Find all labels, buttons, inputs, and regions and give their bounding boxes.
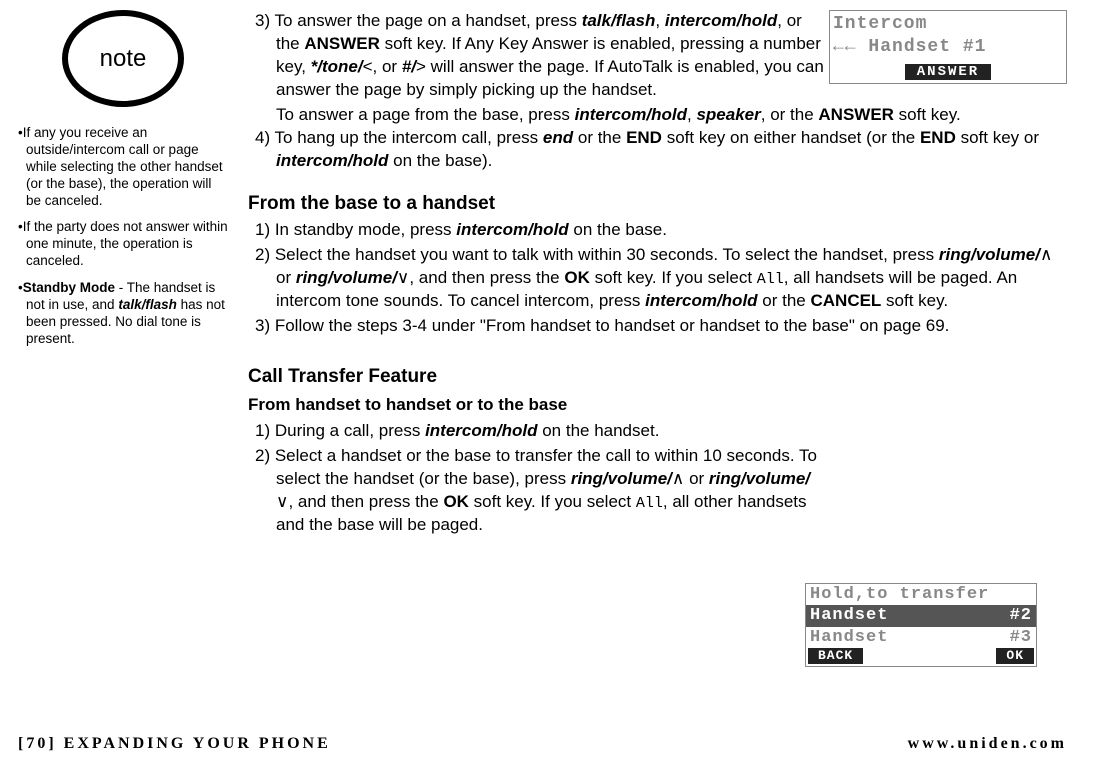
note-badge: note (62, 10, 184, 107)
instruction-step: 3) Follow the steps 3-4 under "From hand… (248, 315, 1067, 338)
lcd-softkey-row: ANSWER (833, 60, 1063, 83)
note-item: If the party does not answer within one … (18, 219, 228, 270)
note-item: If any you receive an outside/intercom c… (18, 125, 228, 209)
lcd-line: Hold,to transfer (806, 584, 1036, 605)
lcd-softkey-back: BACK (808, 648, 863, 664)
footer-url: www.uniden.com (908, 735, 1067, 753)
section-heading: From the base to a handset (248, 191, 1067, 217)
section-title: EXPANDING YOUR PHONE (64, 735, 331, 752)
instruction-step: 4) To hang up the intercom call, press e… (248, 127, 1067, 173)
page-footer: [70] EXPANDING YOUR PHONE www.uniden.com (18, 735, 1067, 753)
lcd-softkey-answer: ANSWER (905, 64, 991, 80)
instruction-step: To answer a page from the base, press in… (248, 104, 1067, 127)
lcd-line: ←← Handset #1 (833, 36, 1063, 59)
instruction-step: 1) In standby mode, press intercom/hold … (248, 219, 1067, 242)
lcd-line: Intercom (833, 13, 1063, 36)
lcd-softkey-ok: OK (996, 648, 1034, 664)
sidebar-notes: note If any you receive an outside/inter… (18, 10, 228, 700)
main-content: Intercom ←← Handset #1 ANSWER 3) To answ… (248, 10, 1067, 700)
lcd-screen-intercom: Intercom ←← Handset #1 ANSWER (829, 10, 1067, 84)
subsection-heading: From handset to handset or to the base (248, 394, 1067, 417)
page-number: [70] (18, 735, 57, 752)
lcd-softkey-row: BACK OK (806, 648, 1036, 666)
note-item: Standby Mode - The handset is not in use… (18, 280, 228, 348)
instruction-step: 1) During a call, press intercom/hold on… (248, 420, 1067, 443)
footer-left: [70] EXPANDING YOUR PHONE (18, 735, 331, 753)
instruction-step: 2) Select a handset or the base to trans… (248, 445, 1067, 537)
lcd-row: Handset#3 (806, 627, 1036, 648)
lcd-row-selected: Handset#2 (806, 605, 1036, 626)
instruction-step: 2) Select the handset you want to talk w… (248, 244, 1067, 313)
section-heading: Call Transfer Feature (248, 364, 1067, 390)
lcd-screen-transfer: Hold,to transfer Handset#2 Handset#3 BAC… (805, 583, 1037, 667)
